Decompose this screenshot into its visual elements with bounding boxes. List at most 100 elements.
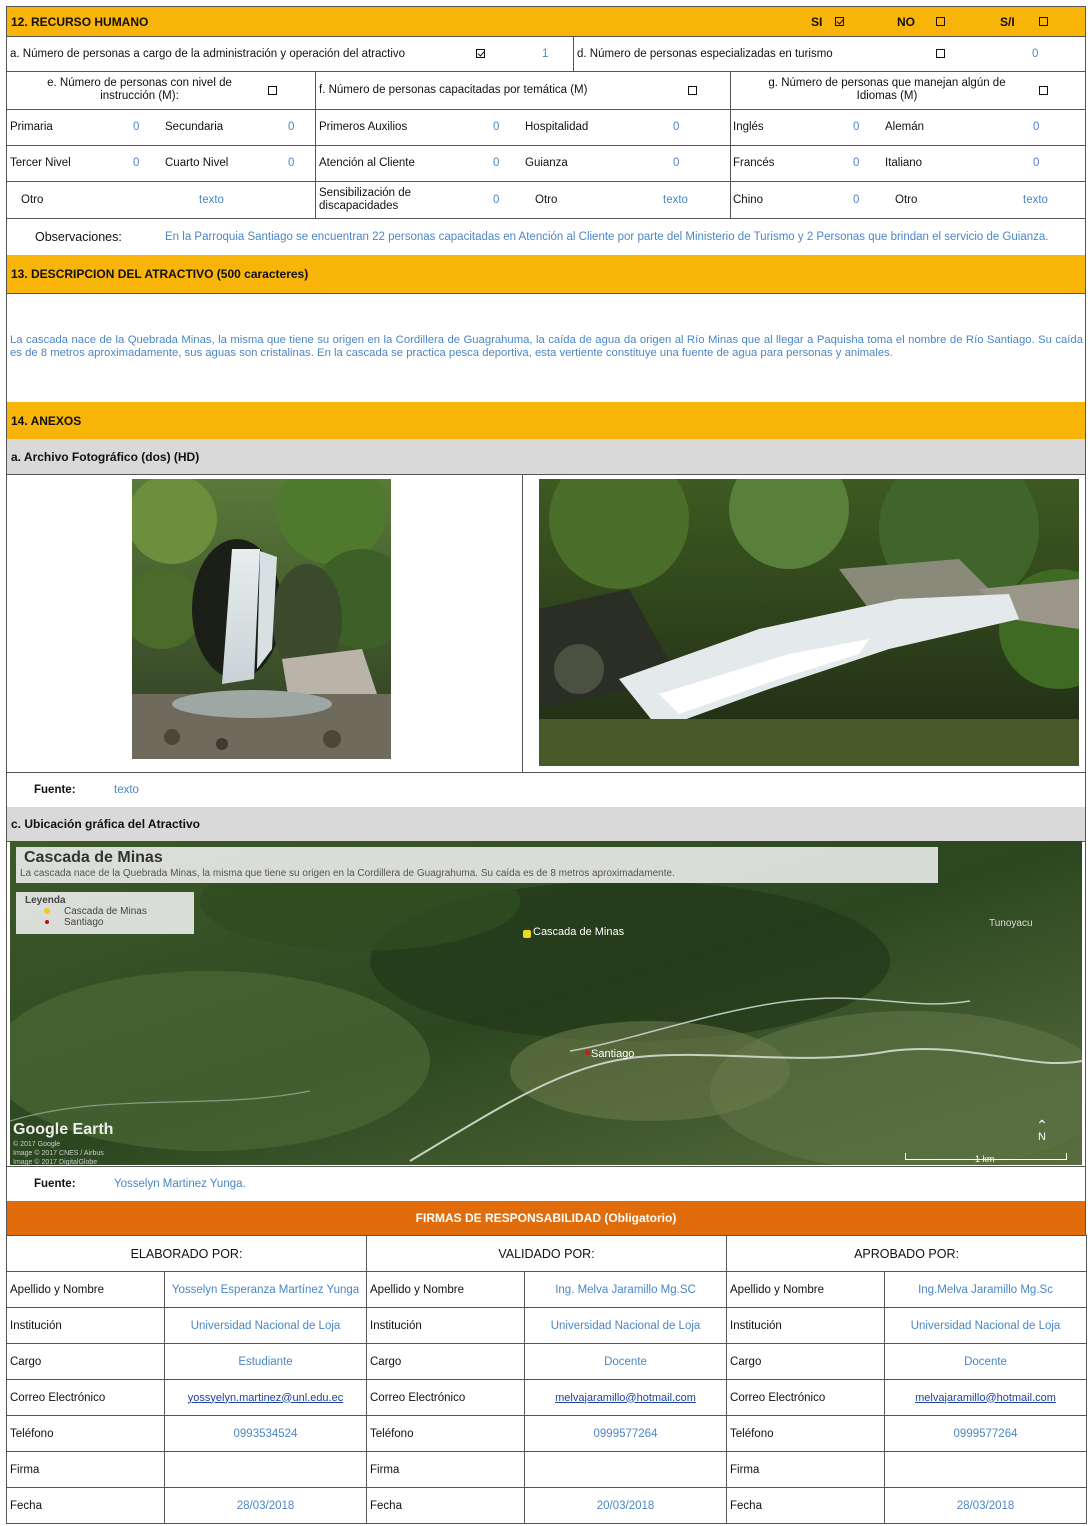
section-13-title: 13. DESCRIPCION DEL ATRACTIVO (500 carac… [11,267,309,281]
legend-item-cascada: Cascada de Minas [64,906,147,917]
no-checkbox[interactable] [936,17,945,26]
tercer-value: 0 [133,157,140,169]
table-row: Cargo Estudiante Cargo Docente Cargo Doc… [6,1343,1088,1380]
row-levels-3: Otro texto Sensibilización de discapacid… [6,181,1086,219]
pin-cascada-icon [523,930,531,938]
secundaria-label: Secundaria [165,121,224,133]
signature-header-row: ELABORADO POR: VALIDADO POR: APROBADO PO… [6,1235,1088,1272]
section-14-title: 14. ANEXOS [11,413,82,428]
map-description: La cascada nace de la Quebrada Minas, la… [20,868,675,879]
label-institucion: Institución [6,1307,165,1344]
row-efg: e. Número de personas con nivel de instr… [6,71,1086,110]
scale-label: 1 km [975,1154,995,1164]
frances-value: 0 [853,157,860,169]
a-checkbox[interactable] [476,49,485,58]
section-12-title: 12. RECURSO HUMANO [11,14,149,29]
primaria-label: Primaria [10,121,53,133]
a-value: 1 [542,47,549,60]
stream-photo [539,479,1079,766]
aprobado-nombre: Ing.Melva Jaramillo Mg.Sc [884,1271,1088,1308]
photo-fuente-value: texto [114,783,139,796]
legend-pin-red-icon [45,920,49,924]
hospitalidad-label: Hospitalidad [525,121,589,133]
elaborado-cargo: Estudiante [164,1343,367,1380]
primaria-value: 0 [133,121,140,133]
validado-correo-link[interactable]: melvajaramillo@hotmail.com [523,1379,728,1416]
map-fuente-label: Fuente: [34,1177,76,1190]
description-text: La cascada nace de la Quebrada Minas, la… [10,334,1083,359]
sensibilizacion-value: 0 [493,193,500,206]
si-na-checkbox[interactable] [1039,17,1048,26]
col-elaborado: ELABORADO POR: [6,1235,367,1272]
label-telefono: Teléfono [6,1415,165,1452]
g-checkbox[interactable] [1039,86,1048,95]
otro2-label: Otro [535,193,558,206]
chino-value: 0 [853,193,860,206]
waterfall-photo [132,479,391,759]
label-telefono: Teléfono [726,1415,886,1452]
d-checkbox[interactable] [936,49,945,58]
observaciones-label: Observaciones: [35,229,122,244]
secundaria-value: 0 [288,121,295,133]
google-earth-logo: Google Earth [13,1121,114,1138]
label-correo: Correo Electrónico [366,1379,525,1416]
photo-fuente-label: Fuente: [34,783,76,796]
map-heading: Cascada de Minas [24,849,163,866]
label-firma: Firma [726,1451,886,1488]
validado-firma [523,1451,728,1488]
section-14-header: 14. ANEXOS [6,402,1086,440]
si-na-label: S/I [1000,14,1015,29]
si-label: SI [811,14,823,29]
e-checkbox[interactable] [268,86,277,95]
aleman-value: 0 [1033,121,1040,133]
firmas-title: FIRMAS DE RESPONSABILIDAD (Obligatorio) [415,1211,677,1225]
frances-label: Francés [733,157,775,169]
label-cargo: Cargo [6,1343,165,1380]
pin-cascada-label: Cascada de Minas [533,926,625,938]
label-firma: Firma [366,1451,525,1488]
label-institucion: Institución [726,1307,886,1344]
no-label: NO [897,14,915,29]
italiano-value: 0 [1033,157,1040,169]
f-checkbox[interactable] [688,86,697,95]
signature-table: ELABORADO POR: VALIDADO POR: APROBADO PO… [6,1235,1088,1524]
aprobado-correo-link[interactable]: melvajaramillo@hotmail.com [884,1379,1088,1416]
label-firma: Firma [6,1451,165,1488]
copyright-3: Image © 2017 DigitalGlobe [13,1159,98,1166]
elaborado-correo-link[interactable]: yossyelyn.martinez@unl.edu.ec [164,1379,367,1416]
italiano-label: Italiano [885,157,923,169]
table-row: Correo Electrónico yossyelyn.martinez@un… [6,1379,1088,1416]
map-legend: Leyenda Cascada de Minas Santiago [16,892,194,934]
label-nombre: Apellido y Nombre [6,1271,165,1308]
g-label: g. Número de personas que manejan algún … [768,77,1006,102]
hospitalidad-value: 0 [673,121,680,133]
validado-institucion: Universidad Nacional de Loja [523,1307,728,1344]
chino-label: Chino [733,193,764,206]
label-telefono: Teléfono [366,1415,525,1452]
elaborado-telefono: 0993534524 [164,1415,367,1452]
pin-other-label: Tunoyacu [989,918,1033,929]
legend-title: Leyenda [25,895,66,906]
row-observaciones: Observaciones: En la Parroquia Santiago … [6,218,1086,256]
row-levels-2: Tercer Nivel 0 Cuarto Nivel 0 Atención a… [6,145,1086,182]
label-correo: Correo Electrónico [726,1379,886,1416]
aleman-label: Alemán [885,121,924,133]
validado-telefono: 0999577264 [523,1415,728,1452]
aprobado-firma [884,1451,1088,1488]
legend-item-santiago: Santiago [64,917,104,928]
aprobado-cargo: Docente [884,1343,1088,1380]
d-value: 0 [1032,47,1039,60]
map-info-box: Cascada de Minas La cascada nace de la Q… [16,847,938,883]
guianza-label: Guianza [525,157,568,169]
label-nombre: Apellido y Nombre [726,1271,886,1308]
si-checkbox[interactable] [835,17,844,26]
label-fecha: Fecha [366,1487,525,1524]
row-a-d: a. Número de personas a cargo de la admi… [6,36,1086,72]
otro3-value: texto [1023,193,1048,206]
photo-row [6,474,1086,773]
tercer-label: Tercer Nivel [10,157,71,169]
validado-fecha: 20/03/2018 [523,1487,728,1524]
otro2-value: texto [663,193,688,206]
atencion-value: 0 [493,157,500,169]
d-label: d. Número de personas especializadas en … [577,47,833,60]
